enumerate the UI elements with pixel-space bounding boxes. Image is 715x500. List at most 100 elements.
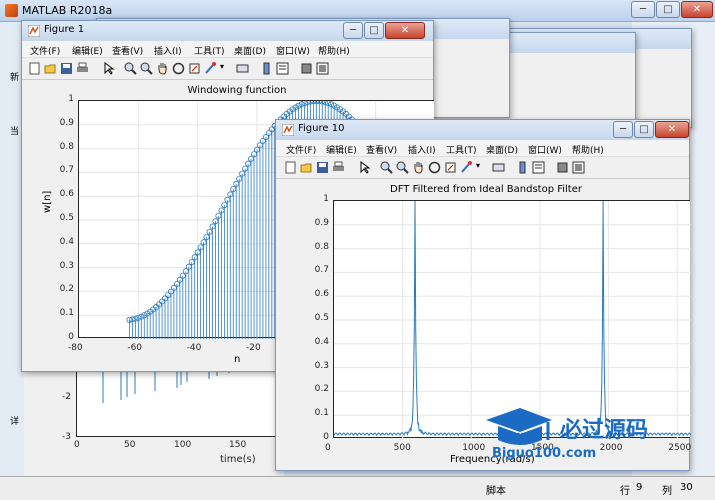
y-tick: 0.9 [314,217,329,228]
save-icon[interactable] [316,161,329,174]
brush-icon[interactable] [460,161,473,174]
app-title: MATLAB R2018a [22,4,113,17]
print-icon[interactable] [332,161,345,174]
figure1-xlabel: n [234,354,241,365]
figure1-minimize-button[interactable]: ─ [343,22,363,39]
y-tick: 0.2 [59,284,74,295]
figure10-close-button[interactable]: ✕ [655,121,689,138]
colorbar-icon[interactable] [516,161,529,174]
y-tick: 0.1 [59,308,74,319]
watermark: 必过源码 Biguo100.com [484,406,648,461]
pan-hand-icon[interactable] [156,62,169,75]
menu-tools[interactable]: 工具(T) [194,44,225,57]
y-tick: 0.9 [59,117,74,128]
y-tick: 1 [68,94,74,104]
figure1-toolbar: ▾ [22,58,433,80]
minimize-button[interactable]: ─ [631,1,655,18]
legend-icon[interactable] [532,161,545,174]
figure10-axes[interactable] [333,200,691,439]
maximize-button[interactable]: □ [656,1,680,18]
status-col-value: 30 [680,482,693,493]
y-tick: 0 [68,332,74,342]
zoom-in-icon[interactable] [380,161,393,174]
zoom-out-icon[interactable] [140,62,153,75]
menu-window[interactable]: 窗口(W) [276,44,310,57]
menu-view[interactable]: 查看(V) [366,143,397,156]
hide-plot-tools-icon[interactable] [556,161,569,174]
y-tick: 0.7 [314,265,329,276]
menu-window[interactable]: 窗口(W) [528,143,562,156]
bg-ytick-neg2: -2 [62,392,71,402]
figure10-title: Figure 10 [298,123,345,134]
bg-xtick-150: 150 [229,440,247,450]
x-tick: 500 [393,443,411,453]
rotate-3d-icon[interactable] [172,62,185,75]
menu-view[interactable]: 查看(V) [112,44,143,57]
pan-hand-icon[interactable] [412,161,425,174]
menu-insert[interactable]: 插入(I) [408,143,436,156]
open-file-icon[interactable] [44,62,57,75]
rotate-3d-icon[interactable] [428,161,441,174]
menu-desktop[interactable]: 桌面(D) [486,143,518,156]
new-figure-icon[interactable] [284,161,297,174]
data-cursor-icon[interactable] [444,161,457,174]
menu-desktop[interactable]: 桌面(D) [234,44,266,57]
zoom-out-icon[interactable] [396,161,409,174]
figure-icon [282,124,294,136]
bg-ytick-neg3: -3 [62,432,71,442]
menu-help[interactable]: 帮助(H) [572,143,604,156]
y-tick: 0.5 [314,313,329,323]
close-button[interactable]: ✕ [681,1,713,18]
figure-icon [28,25,40,37]
x-tick: -40 [186,343,202,353]
x-tick: -20 [246,343,261,353]
data-cursor-icon[interactable] [188,62,201,75]
edit-plot-arrow-icon[interactable] [358,161,371,174]
figure10-maximize-button[interactable]: □ [634,121,654,138]
status-row-value: 9 [636,482,643,493]
show-plot-tools-icon[interactable] [316,62,329,75]
menu-edit[interactable]: 编辑(E) [72,44,103,57]
figure1-maximize-button[interactable]: □ [364,22,384,39]
brush-dropdown-icon[interactable]: ▾ [476,161,489,174]
edit-plot-arrow-icon[interactable] [102,62,115,75]
hide-plot-tools-icon[interactable] [300,62,313,75]
colorbar-icon[interactable] [260,62,273,75]
new-figure-icon[interactable] [28,62,41,75]
brush-dropdown-icon[interactable]: ▾ [220,62,233,75]
side-label-current: 当 [10,127,20,137]
bg-xtick-100: 100 [174,440,192,450]
menu-tools[interactable]: 工具(T) [446,143,477,156]
figure1-menubar: 文件(F) 编辑(E) 查看(V) 插入(I) 工具(T) 桌面(D) 窗口(W… [22,41,433,58]
side-label-new: 新 [10,73,20,83]
watermark-brand: 必过源码 [560,418,649,443]
menu-edit[interactable]: 编辑(E) [326,143,357,156]
link-plot-icon[interactable] [236,62,249,75]
y-tick: 0.6 [59,189,74,200]
figure10-minimize-button[interactable]: ─ [613,121,633,138]
figure1-close-button[interactable]: ✕ [385,22,425,39]
status-script-label: 脚本 [486,486,506,497]
figure10-toolbar: ▾ [276,157,689,179]
x-tick: 1000 [462,443,486,453]
bg-xlabel: time(s) [220,454,256,465]
y-tick: 0.3 [59,260,74,271]
y-tick: 0.8 [59,141,74,152]
menu-insert[interactable]: 插入(I) [154,44,182,57]
zoom-in-icon[interactable] [124,62,137,75]
figure1-title: Figure 1 [44,24,85,35]
print-icon[interactable] [76,62,89,75]
link-plot-icon[interactable] [492,161,505,174]
y-tick: 0.3 [314,360,329,371]
x-tick: 2500 [668,443,692,453]
legend-icon[interactable] [276,62,289,75]
y-tick: 0.6 [314,289,329,300]
save-icon[interactable] [60,62,73,75]
menu-file[interactable]: 文件(F) [286,143,316,156]
open-file-icon[interactable] [300,161,313,174]
menu-file[interactable]: 文件(F) [30,44,60,57]
status-row-label: 行 [620,486,630,497]
brush-icon[interactable] [204,62,217,75]
show-plot-tools-icon[interactable] [572,161,585,174]
menu-help[interactable]: 帮助(H) [318,44,350,57]
